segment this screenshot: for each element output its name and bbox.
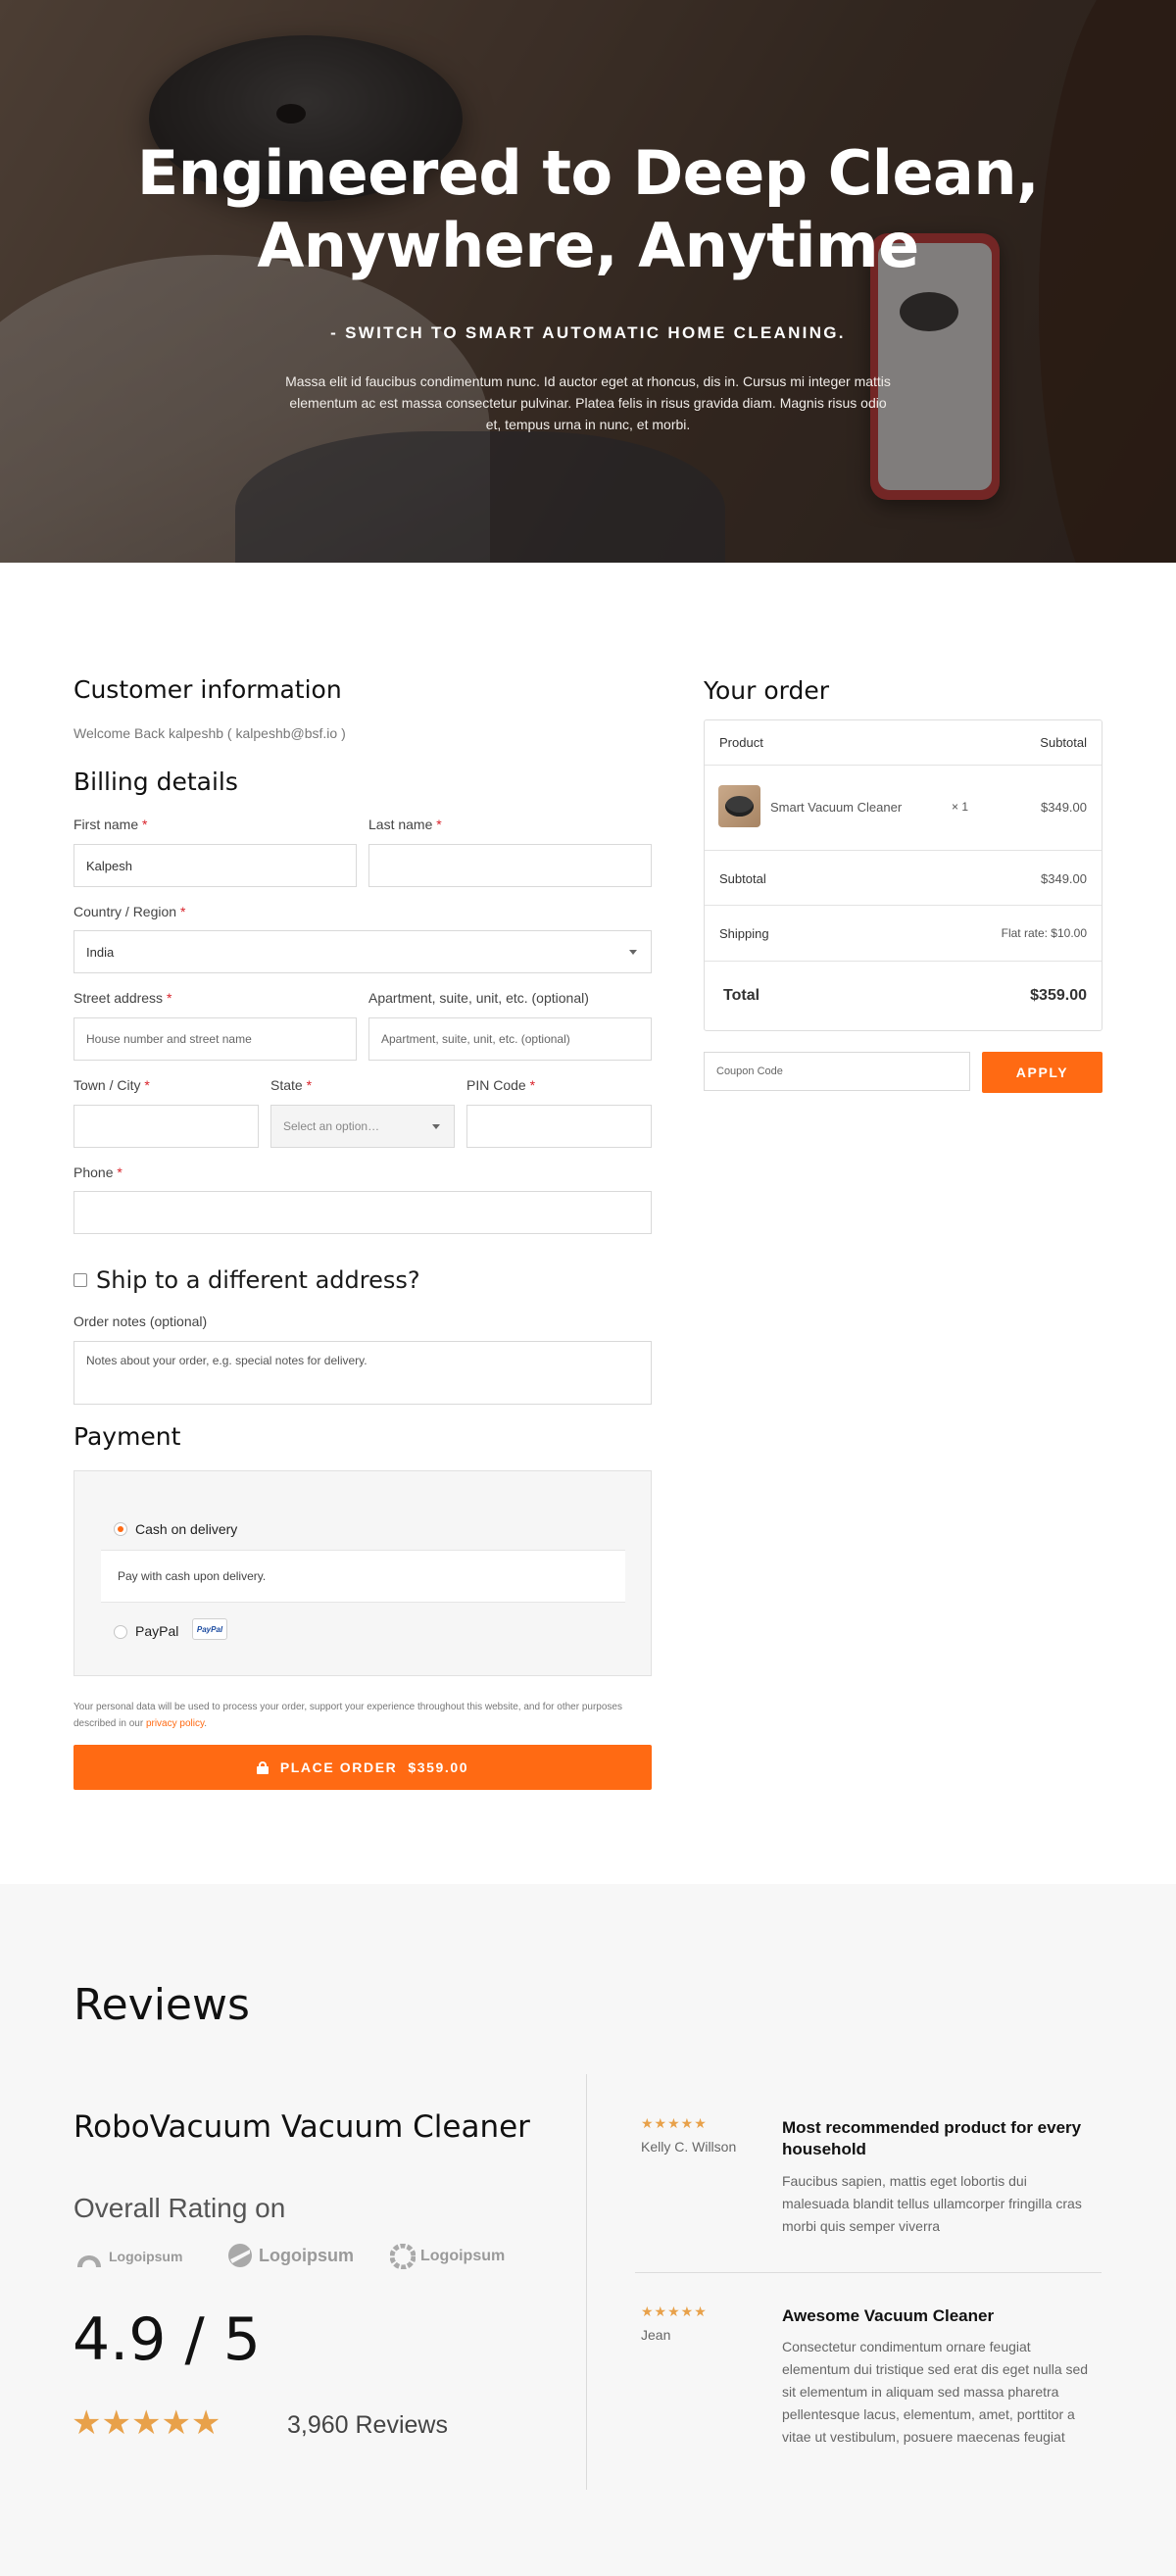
col-subtotal: Subtotal [1040, 735, 1087, 750]
apartment-input[interactable]: Apartment, suite, unit, etc. (optional) [368, 1017, 652, 1061]
city-label: Town / City * [74, 1077, 150, 1093]
subtotal-row: Subtotal $349.00 [705, 851, 1102, 906]
billing-heading: Billing details [74, 768, 238, 796]
first-name-input[interactable]: Kalpesh [74, 844, 357, 887]
street-input[interactable]: House number and street name [74, 1017, 357, 1061]
order-summary-table: Product Subtotal Smart Vacuum Cleaner × … [704, 719, 1102, 1031]
coupon-input[interactable]: Coupon Code [704, 1052, 970, 1091]
logo-mark-icon [390, 2244, 416, 2269]
phone-label: Phone * [74, 1164, 122, 1180]
country-select[interactable]: India [74, 930, 652, 973]
overall-rating-label: Overall Rating on [74, 2193, 286, 2223]
shipping-value: Flat rate: $10.00 [1001, 926, 1087, 940]
hero-title-line1: Engineered to Deep Clean, [136, 137, 1040, 209]
item-name: Smart Vacuum Cleaner [770, 800, 903, 815]
logo-3: Logoipsum [390, 2244, 505, 2269]
ship-different-checkbox[interactable] [74, 1273, 87, 1287]
total-row: Total $359.00 [705, 962, 1102, 1030]
review-2-stars-icon: ★★★★★ [641, 2304, 708, 2319]
cod-label[interactable]: Cash on delivery [135, 1521, 237, 1537]
order-item-row: Smart Vacuum Cleaner × 1 $349.00 [705, 766, 1102, 851]
place-order-button[interactable]: PLACE ORDER $359.00 [74, 1745, 652, 1790]
pin-input[interactable] [466, 1105, 652, 1148]
hero-content: Engineered to Deep Clean, Anywhere, Anyt… [0, 137, 1176, 435]
your-order-heading: Your order [704, 676, 829, 705]
ship-different-row: Ship to a different address? [74, 1266, 420, 1294]
country-value: India [86, 944, 115, 960]
place-order-label: PLACE ORDER [279, 1759, 398, 1775]
product-name: RoboVacuum Vacuum Cleaner [74, 2109, 530, 2145]
payment-methods: Cash on delivery Pay with cash upon deli… [74, 1470, 652, 1676]
review-1-body: Faucibus sapien, mattis eget lobortis du… [782, 2173, 1082, 2234]
total-value: $359.00 [1030, 987, 1087, 1004]
chevron-down-icon [629, 950, 637, 955]
shipping-row: Shipping Flat rate: $10.00 [705, 906, 1102, 962]
col-product: Product [719, 735, 763, 750]
review-count: 3,960 Reviews [287, 2411, 448, 2439]
hero-title: Engineered to Deep Clean, Anywhere, Anyt… [0, 137, 1176, 282]
paypal-radio[interactable] [114, 1625, 127, 1639]
review-2-title: Awesome Vacuum Cleaner [782, 2306, 995, 2325]
logo-mark-icon [77, 2255, 101, 2267]
shipping-label: Shipping [719, 926, 769, 941]
privacy-policy-link[interactable]: privacy policy [146, 1718, 204, 1729]
first-name-label: First name * [74, 817, 148, 832]
privacy-notice: Your personal data will be used to proce… [74, 1702, 622, 1729]
state-label: State * [270, 1077, 313, 1093]
item-qty: × 1 [952, 800, 969, 814]
logo-1: Logoipsum [74, 2244, 182, 2269]
customer-info-heading: Customer information [74, 675, 342, 704]
cod-description: Pay with cash upon delivery. [101, 1550, 625, 1603]
total-label: Total [723, 987, 760, 1004]
order-notes-label: Order notes (optional) [74, 1313, 208, 1329]
payment-heading: Payment [74, 1422, 181, 1451]
city-input[interactable] [74, 1105, 259, 1148]
hero-banner: Engineered to Deep Clean, Anywhere, Anyt… [0, 0, 1176, 563]
hero-subtitle: - SWITCH TO SMART AUTOMATIC HOME CLEANIN… [330, 323, 846, 342]
rating-value: 4.9 / 5 [73, 2305, 261, 2374]
apply-coupon-button[interactable]: APPLY [982, 1052, 1102, 1093]
chevron-down-icon [432, 1124, 440, 1129]
review-1-author: Kelly C. Willson [641, 2139, 737, 2155]
reviews-section: Reviews RoboVacuum Vacuum Cleaner Overal… [0, 1884, 1176, 2576]
paypal-label[interactable]: PayPal [135, 1623, 178, 1639]
welcome-text: Welcome Back kalpeshb ( kalpeshb@bsf.io … [74, 725, 346, 741]
hero-description: Massa elit id faucibus condimentum nunc.… [285, 373, 891, 432]
subtotal-value: $349.00 [1041, 871, 1087, 886]
ship-different-label[interactable]: Ship to a different address? [96, 1266, 420, 1294]
review-1-stars-icon: ★★★★★ [641, 2115, 708, 2131]
review-2-body: Consectetur condimentum ornare feugiat e… [782, 2339, 1089, 2445]
last-name-label: Last name * [368, 817, 442, 832]
order-header-row: Product Subtotal [705, 720, 1102, 766]
state-select[interactable]: Select an option… [270, 1105, 455, 1148]
reviews-heading: Reviews [74, 1980, 250, 2030]
logo-2: Logoipsum [226, 2242, 354, 2269]
state-placeholder: Select an option… [283, 1119, 380, 1133]
phone-input[interactable] [74, 1191, 652, 1234]
review-separator [635, 2272, 1102, 2273]
review-2-author: Jean [641, 2327, 671, 2343]
subtotal-label: Subtotal [719, 871, 766, 886]
place-order-amount: $359.00 [408, 1759, 469, 1775]
cod-radio[interactable] [114, 1522, 127, 1536]
last-name-input[interactable] [368, 844, 652, 887]
paypal-logo-icon: PayPal [192, 1618, 227, 1640]
order-notes-textarea[interactable]: Notes about your order, e.g. special not… [74, 1341, 652, 1405]
product-thumbnail [718, 785, 760, 827]
item-price: $349.00 [1041, 800, 1087, 815]
rating-stars-icon: ★★★★★ [72, 2404, 221, 2442]
apartment-label: Apartment, suite, unit, etc. (optional) [368, 990, 589, 1006]
pin-label: PIN Code * [466, 1077, 536, 1093]
lock-icon [256, 1761, 269, 1774]
street-label: Street address * [74, 990, 172, 1006]
logo-mark-icon [228, 2244, 252, 2267]
reviews-divider [586, 2074, 587, 2490]
country-label: Country / Region * [74, 904, 186, 919]
hero-title-line2: Anywhere, Anytime [257, 210, 919, 281]
review-1-title: Most recommended product for every house… [782, 2118, 1082, 2158]
